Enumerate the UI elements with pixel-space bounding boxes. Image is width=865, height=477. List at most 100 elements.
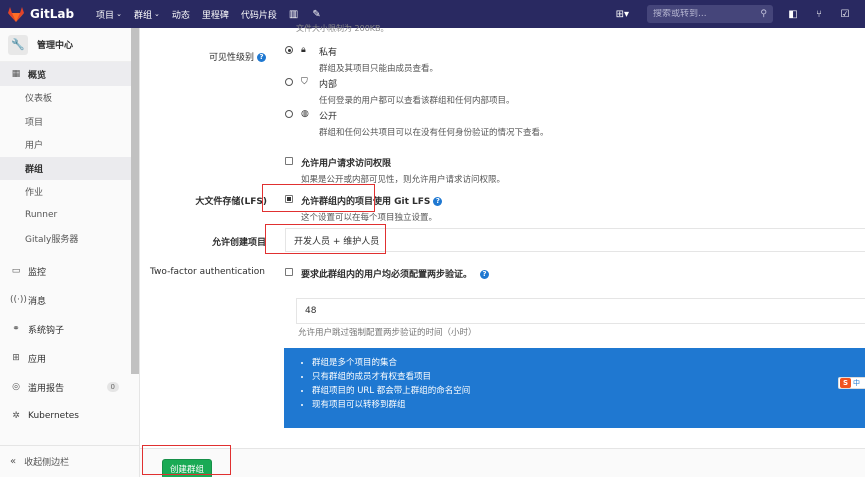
grace-period-input[interactable] xyxy=(305,306,505,316)
sidebar-item-kubernetes[interactable]: ✲ Kubernetes xyxy=(0,402,139,431)
broadcast-icon: ((·)) xyxy=(10,295,27,305)
nav-projects[interactable]: 项目 ⌄ xyxy=(96,8,122,21)
merge-requests-icon[interactable]: ⑂ xyxy=(813,9,825,20)
collapse-sidebar-button[interactable]: « 收起侧边栏 xyxy=(0,445,139,477)
two-factor-checkbox[interactable] xyxy=(285,268,293,276)
chart-icon[interactable]: ▥ xyxy=(289,9,298,20)
info-item: 群组项目的 URL 都会带上群组的命名空间 xyxy=(312,384,865,398)
search-icon: ⚲ xyxy=(760,9,767,19)
info-item: 现有项目可以转移到群组 xyxy=(312,398,865,412)
option-title: 内部 xyxy=(319,80,338,90)
sidebar-item-label: 滥用报告 xyxy=(28,383,65,394)
sidebar-sub-jobs[interactable]: 作业 xyxy=(0,180,139,204)
search-field[interactable]: ⚲ xyxy=(647,5,773,23)
new-dropdown-plus-icon[interactable]: ⊞▾ xyxy=(616,9,629,20)
report-icon: ◎ xyxy=(12,382,20,392)
top-navbar: GitLab 项目⌄ 群组⌄ 动态 里程碑 代码片段 ▥ ✎ ⊞▾ ⚲ ◧ ⑂ … xyxy=(0,0,865,28)
lfs-description: 这个设置可以在每个项目独立设置。 xyxy=(301,213,438,223)
request-access-option[interactable]: 允许用户请求访问权限 如果是公开或内部可见性，则允许用户请求访问权限。 xyxy=(285,156,505,185)
shield-icon: ⛉ xyxy=(301,77,308,87)
brand-home-link[interactable]: GitLab xyxy=(8,6,74,22)
count-badge: 0 xyxy=(106,382,119,392)
visibility-radio-internal[interactable] xyxy=(285,78,293,86)
nav-snippets[interactable]: 代码片段 xyxy=(241,8,277,21)
admin-wrench-icon: 🔧 xyxy=(8,34,28,55)
help-icon[interactable]: ? xyxy=(257,53,266,62)
visibility-option-private[interactable]: 🔒︎ 私有 群组及其项目只能由成员查看。 xyxy=(285,45,438,74)
wrench-icon[interactable]: ✎ xyxy=(312,9,320,20)
sidebar-item-system-hooks[interactable]: ⚭ 系统钩子 xyxy=(0,315,139,344)
two-factor-option[interactable]: 要求此群组内的用户均必须配置两步验证。? xyxy=(285,267,490,280)
collapse-label: 收起侧边栏 xyxy=(24,458,70,468)
search-input[interactable] xyxy=(653,9,753,19)
sidebar-sub-projects[interactable]: 项目 xyxy=(0,110,139,134)
lock-icon: 🔒︎ xyxy=(301,45,306,55)
sidebar-sub-dashboard[interactable]: 仪表板 xyxy=(0,86,139,110)
overview-grid-icon: ▦ xyxy=(11,69,21,79)
ime-indicator[interactable]: S 中 xyxy=(838,377,865,389)
avatar-size-hint: 文件大小限制为 200KB。 xyxy=(296,24,389,33)
help-icon[interactable]: ? xyxy=(433,197,443,206)
visibility-option-public[interactable]: ◍ 公开 群组和任何公共项目可以在没有任何身份验证的情况下查看。 xyxy=(285,109,549,138)
sidebar-item-label: 应用 xyxy=(28,354,47,365)
nav-groups[interactable]: 群组 ⌄ xyxy=(134,8,160,21)
visibility-label-text: 可见性级别 xyxy=(208,53,254,63)
create-group-button[interactable]: 创建群组 xyxy=(162,459,212,477)
issues-icon[interactable]: ◧ xyxy=(787,9,799,20)
grace-period-field[interactable] xyxy=(296,298,865,324)
sidebar-sub-users[interactable]: 用户 xyxy=(0,133,139,157)
monitor-icon: ▭ xyxy=(11,266,21,276)
chevron-down-icon: ⌄ xyxy=(116,10,122,18)
sidebar-item-monitoring[interactable]: ▭ 监控 xyxy=(0,257,139,286)
create-project-select[interactable]: 开发人员 + 维护人员 xyxy=(285,228,865,252)
nav-milestones-label: 里程碑 xyxy=(201,10,229,21)
form-actions: 创建群组 xyxy=(140,448,865,477)
todos-icon[interactable]: ☑ xyxy=(839,9,851,20)
visibility-option-internal[interactable]: ⛉ 内部 任何登录的用户都可以查看该群组和任何内部项目。 xyxy=(285,77,515,106)
lfs-title: 允许群组内的项目使用 Git LFS? xyxy=(301,194,443,207)
sidebar-sub-label: 作业 xyxy=(25,188,44,199)
sidebar-sub-label: 仪表板 xyxy=(25,94,53,105)
two-factor-label: Two-factor authentication xyxy=(150,267,265,277)
hook-icon: ⚭ xyxy=(12,324,20,334)
sidebar-scrollbar[interactable] xyxy=(131,28,139,374)
sidebar-item-applications[interactable]: ⊞ 应用 xyxy=(0,344,139,373)
sidebar-sub-label: 群组 xyxy=(25,164,44,175)
sidebar-sub-groups[interactable]: 群组 xyxy=(0,156,139,180)
help-icon[interactable]: ? xyxy=(480,270,490,279)
sidebar-item-label: 概览 xyxy=(28,70,47,81)
option-description: 任何登录的用户都可以查看该群组和任何内部项目。 xyxy=(319,96,515,106)
sidebar-item-label: 消息 xyxy=(28,296,47,307)
nav-milestones[interactable]: 里程碑 xyxy=(202,8,229,21)
visibility-radio-private[interactable] xyxy=(285,46,293,54)
option-description: 群组和任何公共项目可以在没有任何身份验证的情况下查看。 xyxy=(319,128,549,138)
lfs-checkbox[interactable] xyxy=(285,195,293,203)
double-chevron-left-icon: « xyxy=(10,456,17,467)
main-content: 文件大小限制为 200KB。 可见性级别? 🔒︎ 私有 群组及其项目只能由成员查… xyxy=(140,24,865,477)
visibility-radio-public[interactable] xyxy=(285,110,293,118)
lfs-option[interactable]: 允许群组内的项目使用 Git LFS? 这个设置可以在每个项目独立设置。 xyxy=(285,194,443,223)
sidebar-header[interactable]: 🔧 管理中心 xyxy=(0,28,139,62)
sidebar-sub-runners[interactable]: Runner xyxy=(0,204,139,228)
request-access-checkbox[interactable] xyxy=(285,157,293,165)
option-title: 私有 xyxy=(319,48,338,58)
kubernetes-icon: ✲ xyxy=(12,411,20,421)
group-info-callout: 群组是多个项目的集合 只有群组的成员才有权查看项目 群组项目的 URL 都会带上… xyxy=(284,348,865,428)
sidebar-sub-label: Runner xyxy=(25,210,58,221)
sidebar-item-messages[interactable]: ((·)) 消息 xyxy=(0,286,139,315)
sidebar-item-abuse-reports[interactable]: ◎ 滥用报告 0 xyxy=(0,373,139,402)
nav-activity[interactable]: 动态 xyxy=(172,8,190,21)
info-item: 群组是多个项目的集合 xyxy=(312,356,865,370)
sidebar-item-label: 监控 xyxy=(28,267,47,278)
option-description: 群组及其项目只能由成员查看。 xyxy=(319,64,439,74)
sidebar-item-overview[interactable]: ▦ 概览 xyxy=(0,62,139,86)
admin-sidebar: 🔧 管理中心 ▦ 概览 仪表板 项目 用户 群组 作业 Runner Gital… xyxy=(0,28,140,477)
nav-snippets-label: 代码片段 xyxy=(240,10,277,21)
lfs-label: 大文件存储(LFS) xyxy=(195,197,267,207)
sidebar-title: 管理中心 xyxy=(37,41,74,51)
info-item: 只有群组的成员才有权查看项目 xyxy=(312,370,865,384)
nav-groups-label: 群组 xyxy=(133,10,152,21)
sidebar-sub-gitaly[interactable]: Gitaly服务器 xyxy=(0,227,139,251)
request-access-description: 如果是公开或内部可见性，则允许用户请求访问权限。 xyxy=(301,175,506,185)
nav-projects-label: 项目 xyxy=(96,10,115,21)
